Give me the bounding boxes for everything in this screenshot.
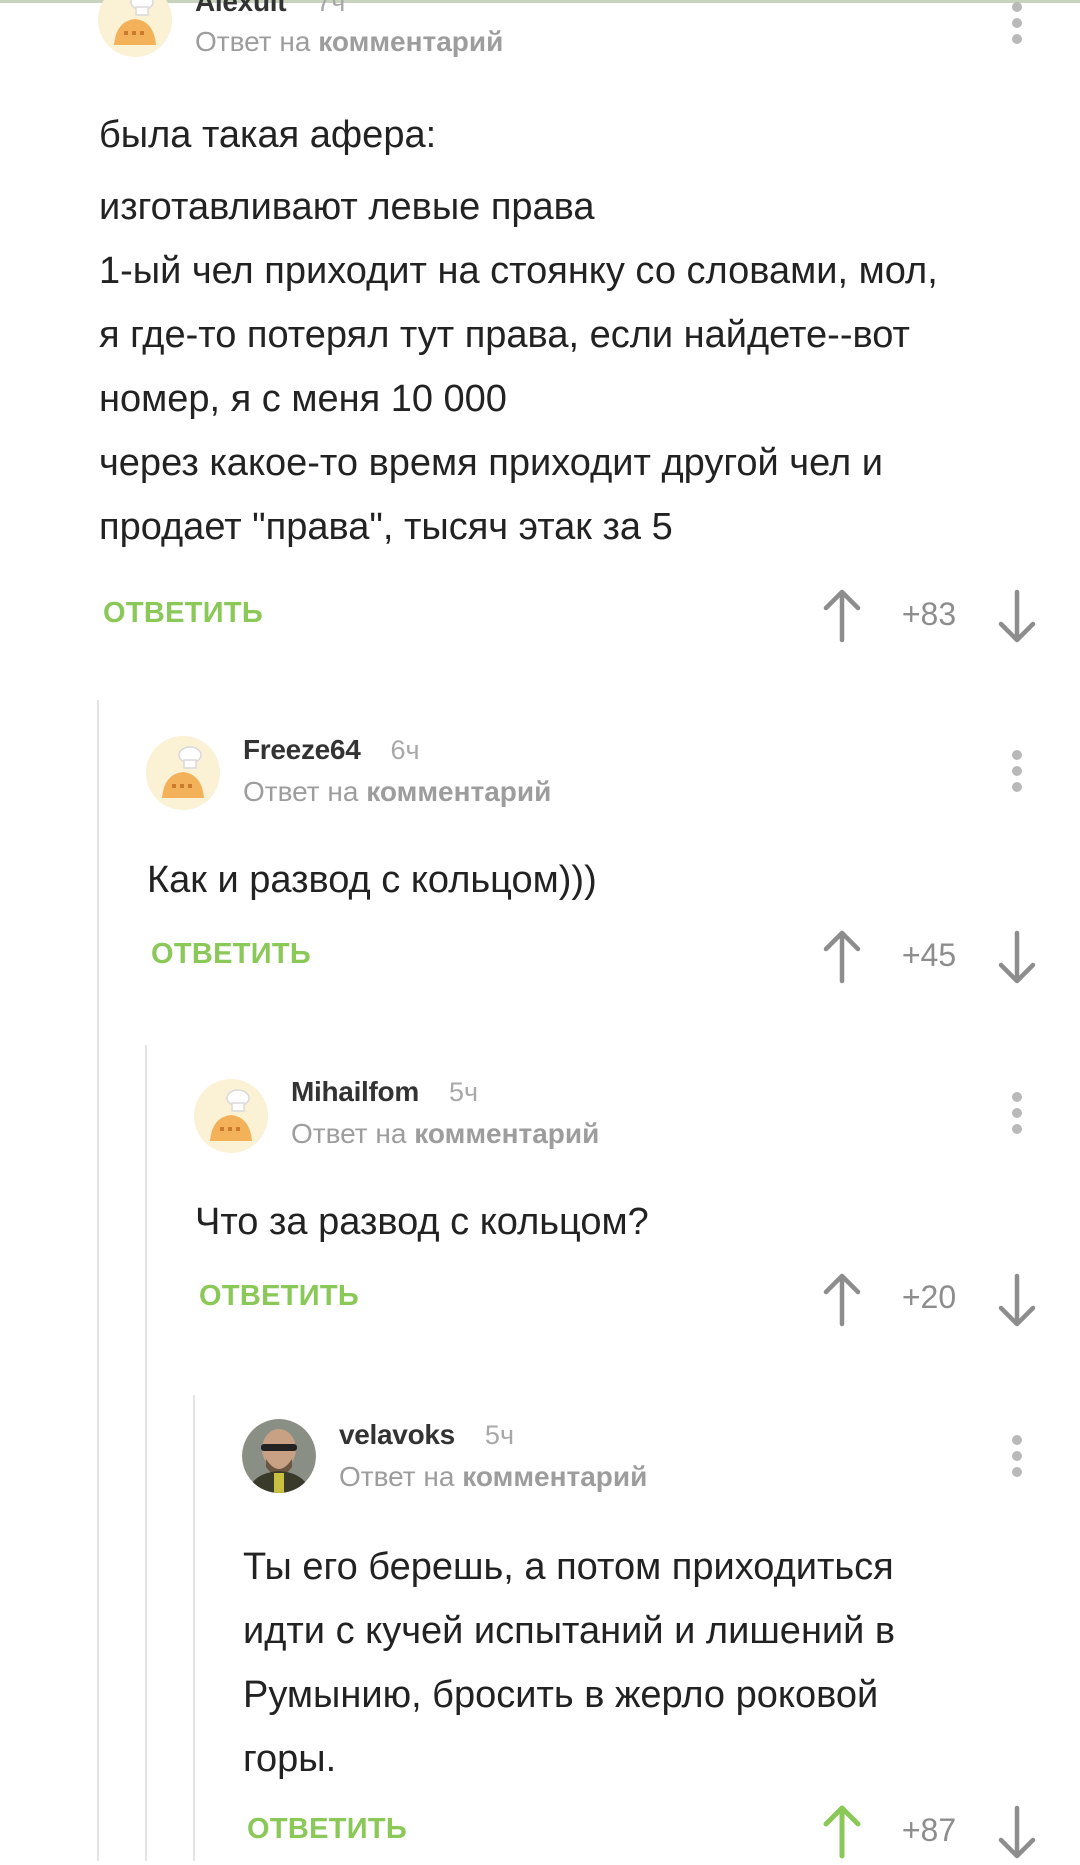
text-line: Что за развод с кольцом? bbox=[195, 1201, 649, 1243]
comment-2: Freeze64 6ч Ответ на комментарий Как и ра… bbox=[0, 700, 1080, 1020]
vote-score: +20 bbox=[901, 1279, 957, 1315]
reply-target-link[interactable]: комментарий bbox=[414, 1118, 599, 1149]
text-line: я где-то потерял тут права, если найдете… bbox=[99, 314, 910, 356]
text-line: Румынию, бросить в жерло роковой bbox=[243, 1674, 879, 1716]
comment-menu-icon[interactable] bbox=[1007, 2, 1027, 52]
text-line: продает "права", тысяч этак за 5 bbox=[99, 506, 673, 548]
reply-prefix: Ответ на bbox=[243, 776, 359, 807]
default-avatar-icon[interactable] bbox=[98, 0, 172, 57]
reply-to-line: Ответ на комментарий bbox=[243, 776, 551, 808]
username[interactable]: Mihailfom bbox=[291, 1076, 419, 1107]
text-line: горы. bbox=[243, 1738, 337, 1780]
reply-button[interactable]: ОТВЕТИТЬ bbox=[103, 597, 263, 630]
reply-to-line: Ответ на комментарий bbox=[195, 26, 503, 58]
vote-score: +83 bbox=[901, 596, 957, 632]
downvote-arrow-icon[interactable] bbox=[997, 588, 1037, 644]
upvote-arrow-icon[interactable] bbox=[822, 1272, 862, 1328]
comment-menu-icon[interactable] bbox=[1007, 1435, 1027, 1485]
reply-button[interactable]: ОТВЕТИТЬ bbox=[151, 938, 311, 971]
text-line: изготавливают левые права bbox=[99, 186, 595, 228]
text-line: через какое-то время приходит другой чел… bbox=[99, 442, 883, 484]
comment-header: Alexuit 7ч bbox=[195, 0, 345, 18]
photo-avatar-icon[interactable] bbox=[242, 1419, 316, 1493]
reply-to-line: Ответ на комментарий bbox=[291, 1118, 599, 1150]
comment-1: Alexuit 7ч Ответ на комментарий была така… bbox=[0, 0, 1080, 660]
reply-button[interactable]: ОТВЕТИТЬ bbox=[199, 1280, 359, 1313]
timestamp: 7ч bbox=[316, 0, 346, 17]
comment-menu-icon[interactable] bbox=[1007, 750, 1027, 800]
vote-score: +45 bbox=[901, 937, 957, 973]
comment-4: velavoks 5ч Ответ на комментарий Ты его б… bbox=[0, 1395, 1080, 1861]
downvote-arrow-icon[interactable] bbox=[997, 1272, 1037, 1328]
default-avatar-icon[interactable] bbox=[146, 736, 220, 810]
reply-target-link[interactable]: комментарий bbox=[318, 26, 503, 57]
reply-target-link[interactable]: комментарий bbox=[366, 776, 551, 807]
downvote-arrow-icon[interactable] bbox=[997, 929, 1037, 985]
upvote-arrow-icon[interactable] bbox=[822, 1804, 862, 1860]
comment-text: была такая афера: изготавливают левые пр… bbox=[99, 103, 1059, 559]
username[interactable]: Alexuit bbox=[195, 0, 287, 17]
comment-header: velavoks 5ч bbox=[339, 1419, 514, 1451]
text-line: 1-ый чел приходит на стоянку со словами,… bbox=[99, 250, 938, 292]
text-line: номер, я с меня 10 000 bbox=[99, 378, 507, 420]
comment-header: Freeze64 6ч bbox=[243, 734, 420, 766]
text-line: Как и развод с кольцом))) bbox=[147, 859, 597, 901]
reply-to-line: Ответ на комментарий bbox=[339, 1461, 647, 1493]
timestamp: 5ч bbox=[484, 1420, 515, 1450]
comment-3: Mihailfom 5ч Ответ на комментарий Что за … bbox=[0, 1045, 1080, 1365]
comment-header: Mihailfom 5ч bbox=[291, 1076, 478, 1108]
text-line: была такая афера: bbox=[99, 114, 437, 156]
reply-prefix: Ответ на bbox=[195, 26, 311, 57]
upvote-arrow-icon[interactable] bbox=[822, 588, 862, 644]
upvote-arrow-icon[interactable] bbox=[822, 929, 862, 985]
username[interactable]: velavoks bbox=[339, 1419, 455, 1450]
default-avatar-icon[interactable] bbox=[194, 1079, 268, 1153]
reply-button[interactable]: ОТВЕТИТЬ bbox=[247, 1813, 407, 1846]
vote-score: +87 bbox=[901, 1812, 957, 1848]
timestamp: 5ч bbox=[448, 1077, 479, 1107]
text-line: идти с кучей испытаний и лишений в bbox=[243, 1610, 896, 1652]
reply-prefix: Ответ на bbox=[339, 1461, 455, 1492]
comment-menu-icon[interactable] bbox=[1007, 1092, 1027, 1142]
comment-text: Что за развод с кольцом? bbox=[195, 1190, 1055, 1254]
text-line: Ты его берешь, а потом приходиться bbox=[243, 1546, 894, 1588]
timestamp: 6ч bbox=[390, 735, 420, 765]
reply-prefix: Ответ на bbox=[291, 1118, 407, 1149]
username[interactable]: Freeze64 bbox=[243, 734, 361, 765]
comment-text: Ты его берешь, а потом приходиться идти … bbox=[243, 1535, 1063, 1791]
comment-text: Как и развод с кольцом))) bbox=[147, 848, 1047, 912]
downvote-arrow-icon[interactable] bbox=[997, 1804, 1037, 1860]
reply-target-link[interactable]: комментарий bbox=[462, 1461, 647, 1492]
